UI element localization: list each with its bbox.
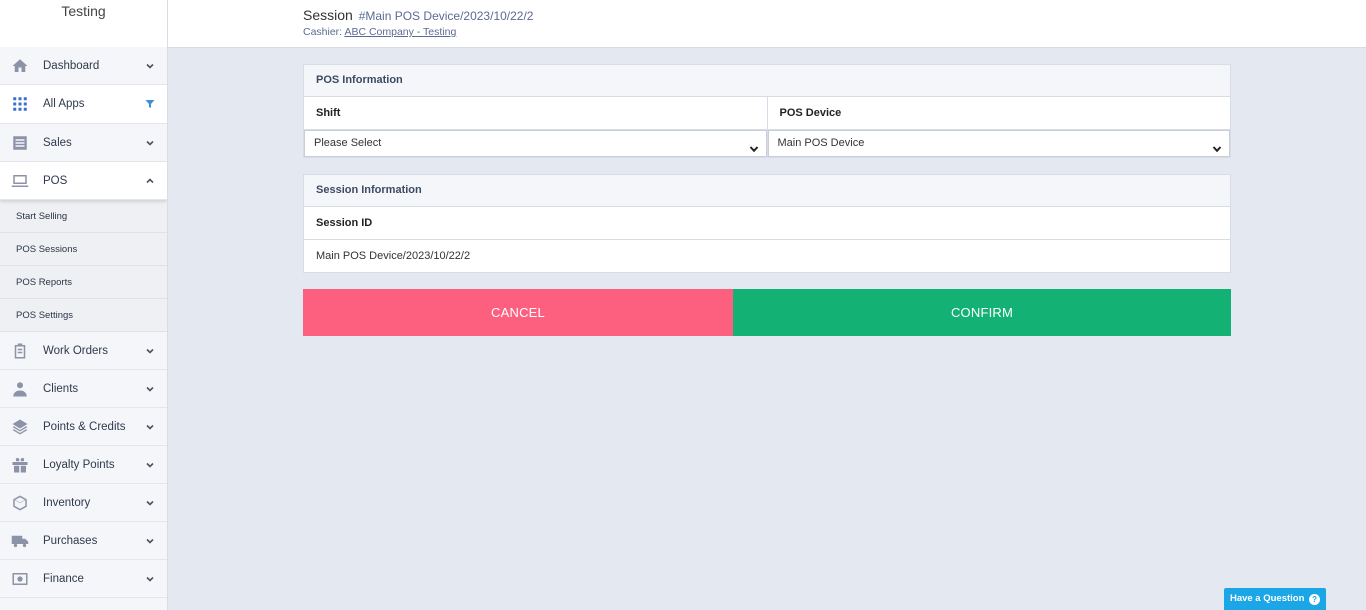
sidebar-item-label: Dashboard	[43, 59, 100, 72]
pos-information-heading: POS Information	[304, 65, 1230, 97]
chevron-down-icon	[145, 346, 155, 356]
box-icon	[11, 494, 29, 512]
sidebar-item-label: Purchases	[43, 534, 98, 547]
cashier-label: Cashier:	[303, 26, 343, 38]
sidebar-item-label: Sales	[43, 136, 72, 149]
sidebar-item-label: Loyalty Points	[43, 458, 115, 471]
confirm-button[interactable]: CONFIRM	[733, 289, 1231, 336]
cancel-button[interactable]: CANCEL	[303, 289, 733, 336]
pos-device-select-value: Main POS Device	[777, 137, 865, 149]
have-a-question-button[interactable]: Have a Question ?	[1224, 588, 1326, 610]
brand-name: Testing	[0, 0, 167, 47]
safe-icon	[11, 570, 29, 588]
sidebar-item-label: Clients	[43, 382, 79, 395]
chevron-down-icon	[145, 61, 155, 71]
cashier-link[interactable]: ABC Company - Testing	[344, 26, 456, 38]
sidebar-item-label: Finance	[43, 572, 84, 585]
sidebar-item-label: POS	[43, 174, 68, 187]
session-information-panel: Session Information Session ID Main POS …	[303, 174, 1231, 273]
shift-column: Shift Please Select	[304, 97, 767, 157]
sidebar-item-dashboard[interactable]: Dashboard	[0, 47, 167, 85]
sidebar-item-label: Work Orders	[43, 344, 108, 357]
submenu-pos-reports[interactable]: POS Reports	[0, 266, 167, 299]
user-icon	[11, 380, 29, 398]
page-header: Session #Main POS Device/2023/10/22/2 Ca…	[168, 0, 1366, 48]
sidebar-item-sales[interactable]: Sales	[0, 124, 167, 162]
layers-icon	[11, 418, 29, 436]
pos-device-label: POS Device	[767, 97, 1230, 130]
chevron-down-icon	[145, 498, 155, 508]
gift-icon	[11, 456, 29, 474]
filter-icon[interactable]	[145, 99, 155, 109]
clipboard-icon	[11, 342, 29, 360]
session-information-heading: Session Information	[304, 175, 1230, 207]
shift-label: Shift	[304, 97, 767, 130]
pos-device-column: POS Device Main POS Device	[766, 97, 1230, 157]
chevron-down-icon	[145, 574, 155, 584]
session-id-value: Main POS Device/2023/10/22/2	[316, 250, 471, 262]
submenu-pos-settings[interactable]: POS Settings	[0, 299, 167, 332]
help-label: Have a Question	[1229, 593, 1305, 604]
sidebar-item-clients[interactable]: Clients	[0, 370, 167, 408]
sidebar-item-label: Inventory	[43, 496, 91, 509]
sidebar-item-pos[interactable]: POS	[0, 162, 167, 200]
list-icon	[11, 134, 29, 152]
page-title-text: Session	[303, 7, 353, 23]
sidebar-item-purchases[interactable]: Purchases	[0, 522, 167, 560]
chevron-down-icon	[145, 138, 155, 148]
page-title: Session #Main POS Device/2023/10/22/2	[303, 7, 533, 23]
sidebar-item-points-credits[interactable]: Points & Credits	[0, 408, 167, 446]
chevron-down-icon	[145, 422, 155, 432]
session-number: #Main POS Device/2023/10/22/2	[358, 9, 534, 23]
submenu-pos-sessions[interactable]: POS Sessions	[0, 233, 167, 266]
shift-select-value: Please Select	[314, 137, 382, 149]
shift-select[interactable]: Please Select	[304, 130, 767, 157]
chevron-down-icon	[145, 384, 155, 394]
submenu-start-selling[interactable]: Start Selling	[0, 200, 167, 233]
chevron-down-icon	[749, 139, 759, 153]
sidebar-item-loyalty-points[interactable]: Loyalty Points	[0, 446, 167, 484]
grid-icon	[11, 95, 29, 113]
sidebar-item-finance[interactable]: Finance	[0, 560, 167, 598]
chevron-up-icon	[145, 176, 155, 186]
chevron-down-icon	[145, 536, 155, 546]
sidebar-item-inventory[interactable]: Inventory	[0, 484, 167, 522]
sidebar-item-work-orders[interactable]: Work Orders	[0, 332, 167, 370]
question-icon: ?	[1309, 594, 1321, 605]
pos-device-select[interactable]: Main POS Device	[767, 130, 1230, 157]
sidebar-item-label: All Apps	[43, 98, 85, 110]
sidebar-item-label: Points & Credits	[43, 420, 126, 433]
pos-terminal-icon	[11, 172, 29, 190]
home-icon	[11, 57, 29, 75]
pos-submenu: Start Selling POS Sessions POS Reports P…	[0, 200, 167, 332]
chevron-down-icon	[1212, 139, 1222, 153]
chevron-down-icon	[145, 460, 155, 470]
cashier-line: Cashier: ABC Company - Testing	[303, 26, 456, 38]
session-id-label: Session ID	[304, 207, 1230, 240]
pos-information-panel: POS Information Shift Please Select POS …	[303, 64, 1231, 158]
sidebar: Testing Dashboard All Apps Sales POS Sta…	[0, 0, 168, 610]
sidebar-item-all-apps[interactable]: All Apps	[0, 85, 167, 124]
truck-icon	[11, 532, 29, 550]
